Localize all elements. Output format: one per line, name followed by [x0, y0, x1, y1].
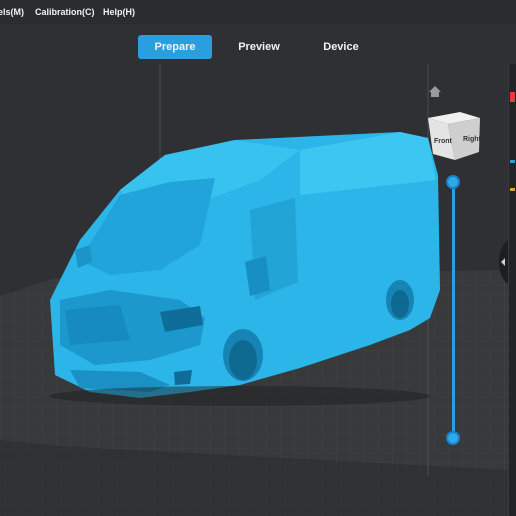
menu-help[interactable]: Help(H): [103, 7, 135, 17]
status-marker: [510, 188, 515, 191]
view-cube[interactable]: Front Right: [428, 112, 482, 160]
layer-slider-track[interactable]: [452, 182, 455, 438]
model-shadow: [50, 386, 430, 406]
layer-slider-bottom-handle[interactable]: [446, 431, 460, 445]
3d-viewport[interactable]: Front Right: [0, 64, 516, 516]
menu-models[interactable]: els(M): [0, 7, 24, 17]
home-icon[interactable]: [429, 86, 441, 97]
status-marker: [510, 160, 515, 163]
status-marker: [510, 92, 515, 102]
scene: Front Right: [0, 64, 510, 516]
view-cube-right-label: Right: [463, 136, 482, 143]
tab-preview[interactable]: Preview: [222, 35, 296, 59]
view-cube-front-label: Front: [434, 138, 453, 145]
menu-calibration[interactable]: Calibration(C): [35, 7, 95, 17]
layer-slider-top-handle[interactable]: [446, 175, 460, 189]
menu-bar: els(M) Calibration(C) Help(H): [0, 0, 516, 24]
tab-prepare[interactable]: Prepare: [138, 35, 212, 59]
sidebar-edge: [508, 64, 516, 516]
main-tabs: Prepare Preview Device: [0, 30, 516, 64]
tab-device[interactable]: Device: [304, 35, 378, 59]
